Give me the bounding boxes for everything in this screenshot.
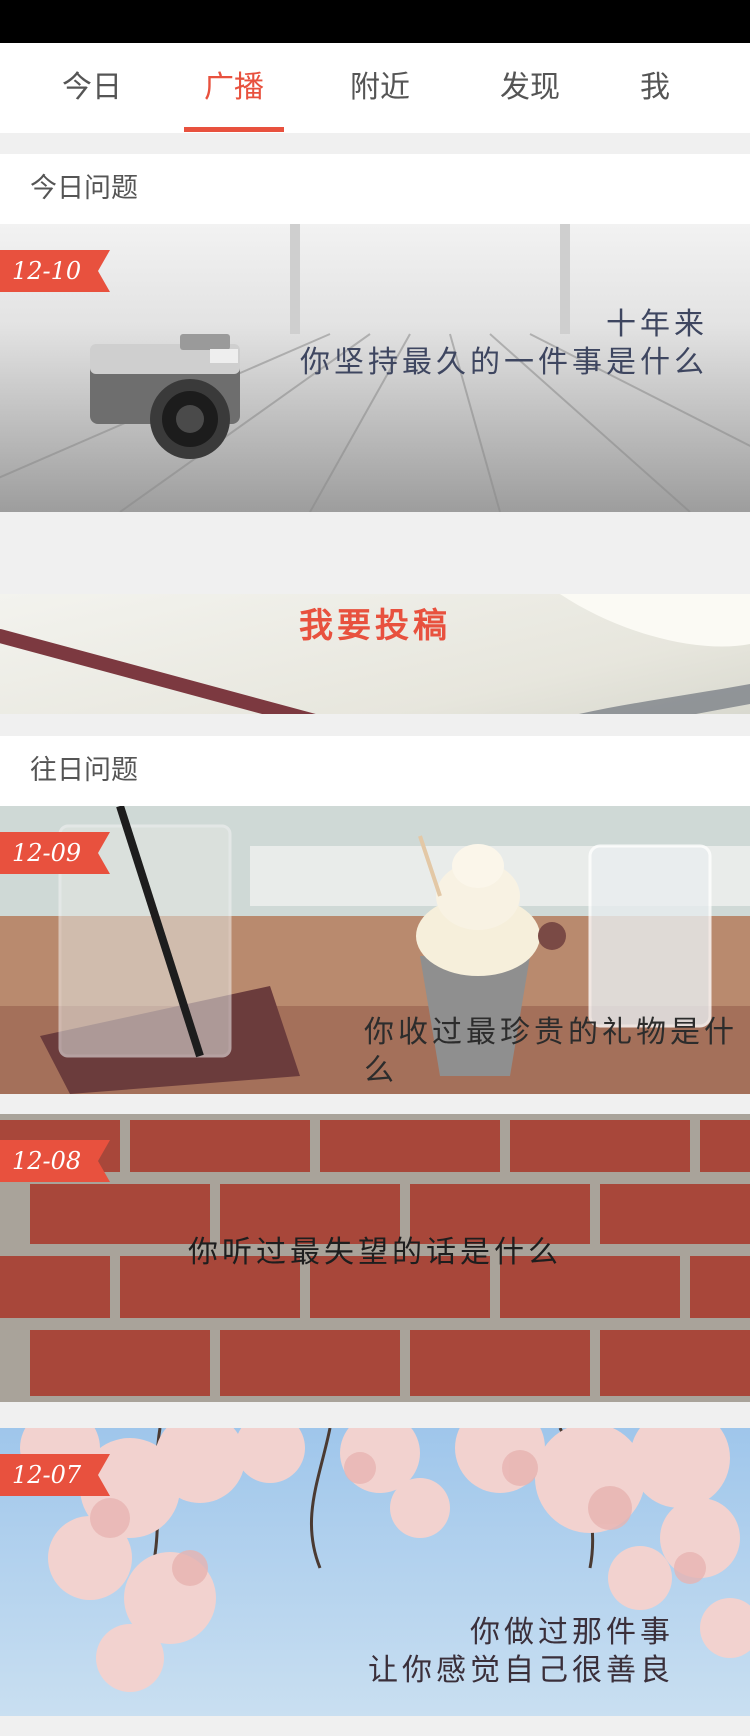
submit-banner[interactable]: 我要投稿 [0,538,750,714]
date-label: 12-07 [12,1461,82,1489]
tab-today[interactable]: 今日 [42,43,142,133]
past-question-card[interactable]: 12-08 你听过最失望的话是什么 [0,1114,750,1402]
status-bar [0,0,750,43]
tab-discover[interactable]: 发现 [480,43,580,133]
tab-broadcast[interactable]: 广播 [184,43,284,133]
today-section-header: 今日问题 [0,154,750,224]
date-tag: 12-10 [0,250,110,292]
active-tab-indicator [184,127,284,132]
question-line: 你坚持最久的一件事是什么 [300,345,708,380]
today-question-card[interactable]: 12-10 十年来 你坚持最久的一件事是什么 [0,224,750,512]
question-line: 十年来 [606,307,708,342]
past-question-card[interactable]: 12-09 你收过最珍贵的礼物是什么 [0,806,750,1094]
past-question-text: 你收过最珍贵的礼物是什么 [364,1014,750,1090]
date-tag: 12-07 [0,1454,110,1496]
top-tab-bar: 今日 广播 附近 发现 我 [0,43,750,133]
question-line: 你做过那件事 [470,1615,674,1650]
tab-me[interactable]: 我 [615,43,695,133]
past-question-text: 你做过那件事 让你感觉自己很善良 [368,1614,674,1690]
past-question-text: 你听过最失望的话是什么 [188,1234,562,1272]
past-section-header: 往日问题 [0,736,750,806]
past-question-card[interactable]: 12-07 你做过那件事 让你感觉自己很善良 [0,1428,750,1716]
date-label: 12-10 [12,257,82,285]
question-line: 让你感觉自己很善良 [368,1653,674,1688]
date-label: 12-09 [12,839,82,867]
tab-nearby[interactable]: 附近 [330,43,430,133]
date-label: 12-08 [12,1147,82,1175]
today-question-text: 十年来 你坚持最久的一件事是什么 [300,306,708,382]
submit-label: 我要投稿 [299,606,451,646]
question-line: 你听过最失望的话是什么 [188,1235,562,1270]
date-tag: 12-08 [0,1140,110,1182]
past-section-title: 往日问题 [30,755,138,786]
date-tag: 12-09 [0,832,110,874]
today-section-title: 今日问题 [30,173,138,204]
question-line: 你收过最珍贵的礼物是什么 [364,1015,738,1088]
